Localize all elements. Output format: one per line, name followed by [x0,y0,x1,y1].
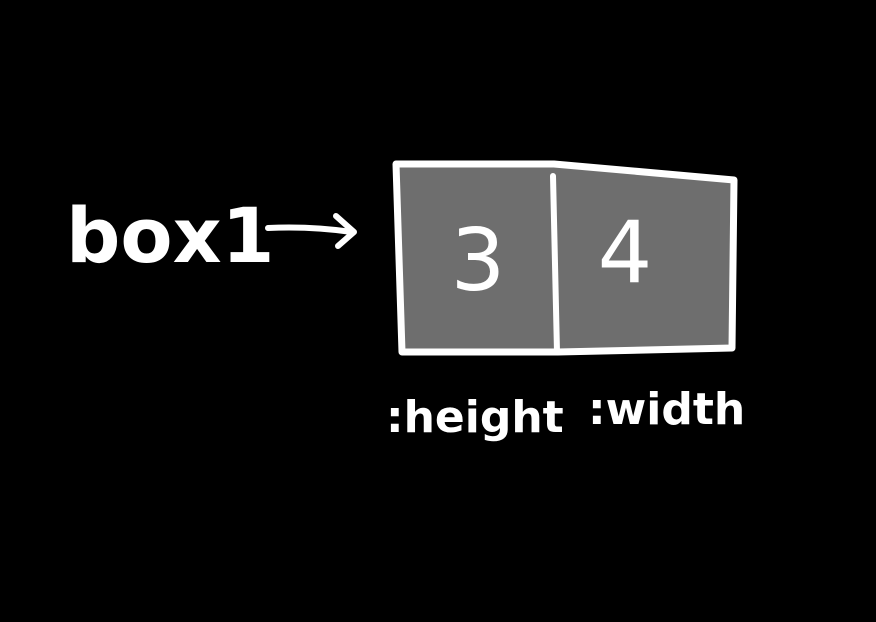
box [392,160,738,356]
box-divider [550,173,560,355]
cell-key-height: :height [386,392,564,443]
cell-value-width: 4 [598,203,653,303]
pointer-arrow [265,213,357,249]
box-diagram: box1 3 4 :height :width [66,160,745,443]
cell-key-width: :width [588,384,745,435]
variable-label: box1 [66,191,275,280]
cell-value-height: 3 [451,211,506,311]
arrow-shaft [265,224,355,235]
